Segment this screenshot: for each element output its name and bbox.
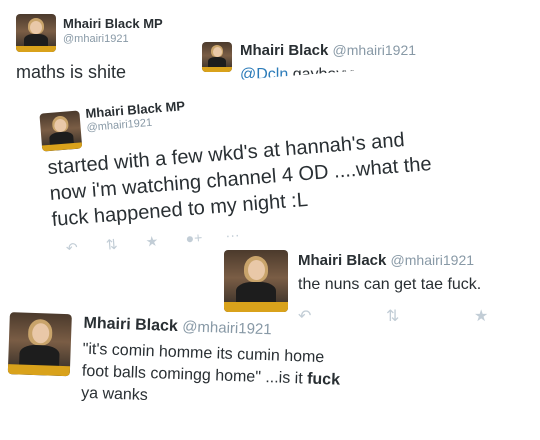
tweet-text-line-2: foot balls comingg home" ...is it [81,362,308,388]
display-name[interactable]: Mhairi Black [298,252,386,269]
podium-sign [7,364,71,377]
podium-sign [16,46,56,52]
reply-icon[interactable]: ↶ [65,237,106,257]
tweet-text: the nuns can get tae fuck. [298,276,482,293]
avatar[interactable] [16,14,56,52]
podium-sign [202,67,232,72]
favorite-icon[interactable]: ★ [474,306,514,326]
podium-sign [41,142,83,152]
favorite-icon[interactable]: ★ [145,231,186,251]
handle[interactable]: @mhairi1921 [333,42,416,58]
retweet-icon[interactable]: ⇅ [386,306,474,326]
avatar[interactable] [7,312,72,377]
tweet-text: maths is shite [16,62,127,82]
tweet-text-line-3: ya wanks [80,384,149,404]
more-icon[interactable]: ··· [225,224,266,244]
avatar[interactable] [202,42,232,72]
handle[interactable]: @mhairi1921 [391,252,474,268]
display-name[interactable]: Mhairi Black [240,42,328,59]
tweet-card-5: Mhairi Black @mhairi1921 "it's comin hom… [1,310,340,440]
display-name[interactable]: Mhairi Black MP [63,16,163,31]
tweet-card-1: Mhairi Black MP @mhairi1921 maths is shi… [8,6,208,86]
handle[interactable]: @mhairi1921 [182,318,272,338]
podium-sign [224,302,288,312]
avatar[interactable] [39,110,83,152]
handle[interactable]: @mhairi1921 [63,33,129,45]
retweet-icon[interactable]: ⇅ [105,234,146,254]
avatar[interactable] [224,250,288,312]
display-name[interactable]: Mhairi Black [83,315,178,335]
tweet-text-bold-word: fuck [306,370,341,389]
tweet-card-3: Mhairi Black MP @mhairi1921 started with… [34,61,486,266]
